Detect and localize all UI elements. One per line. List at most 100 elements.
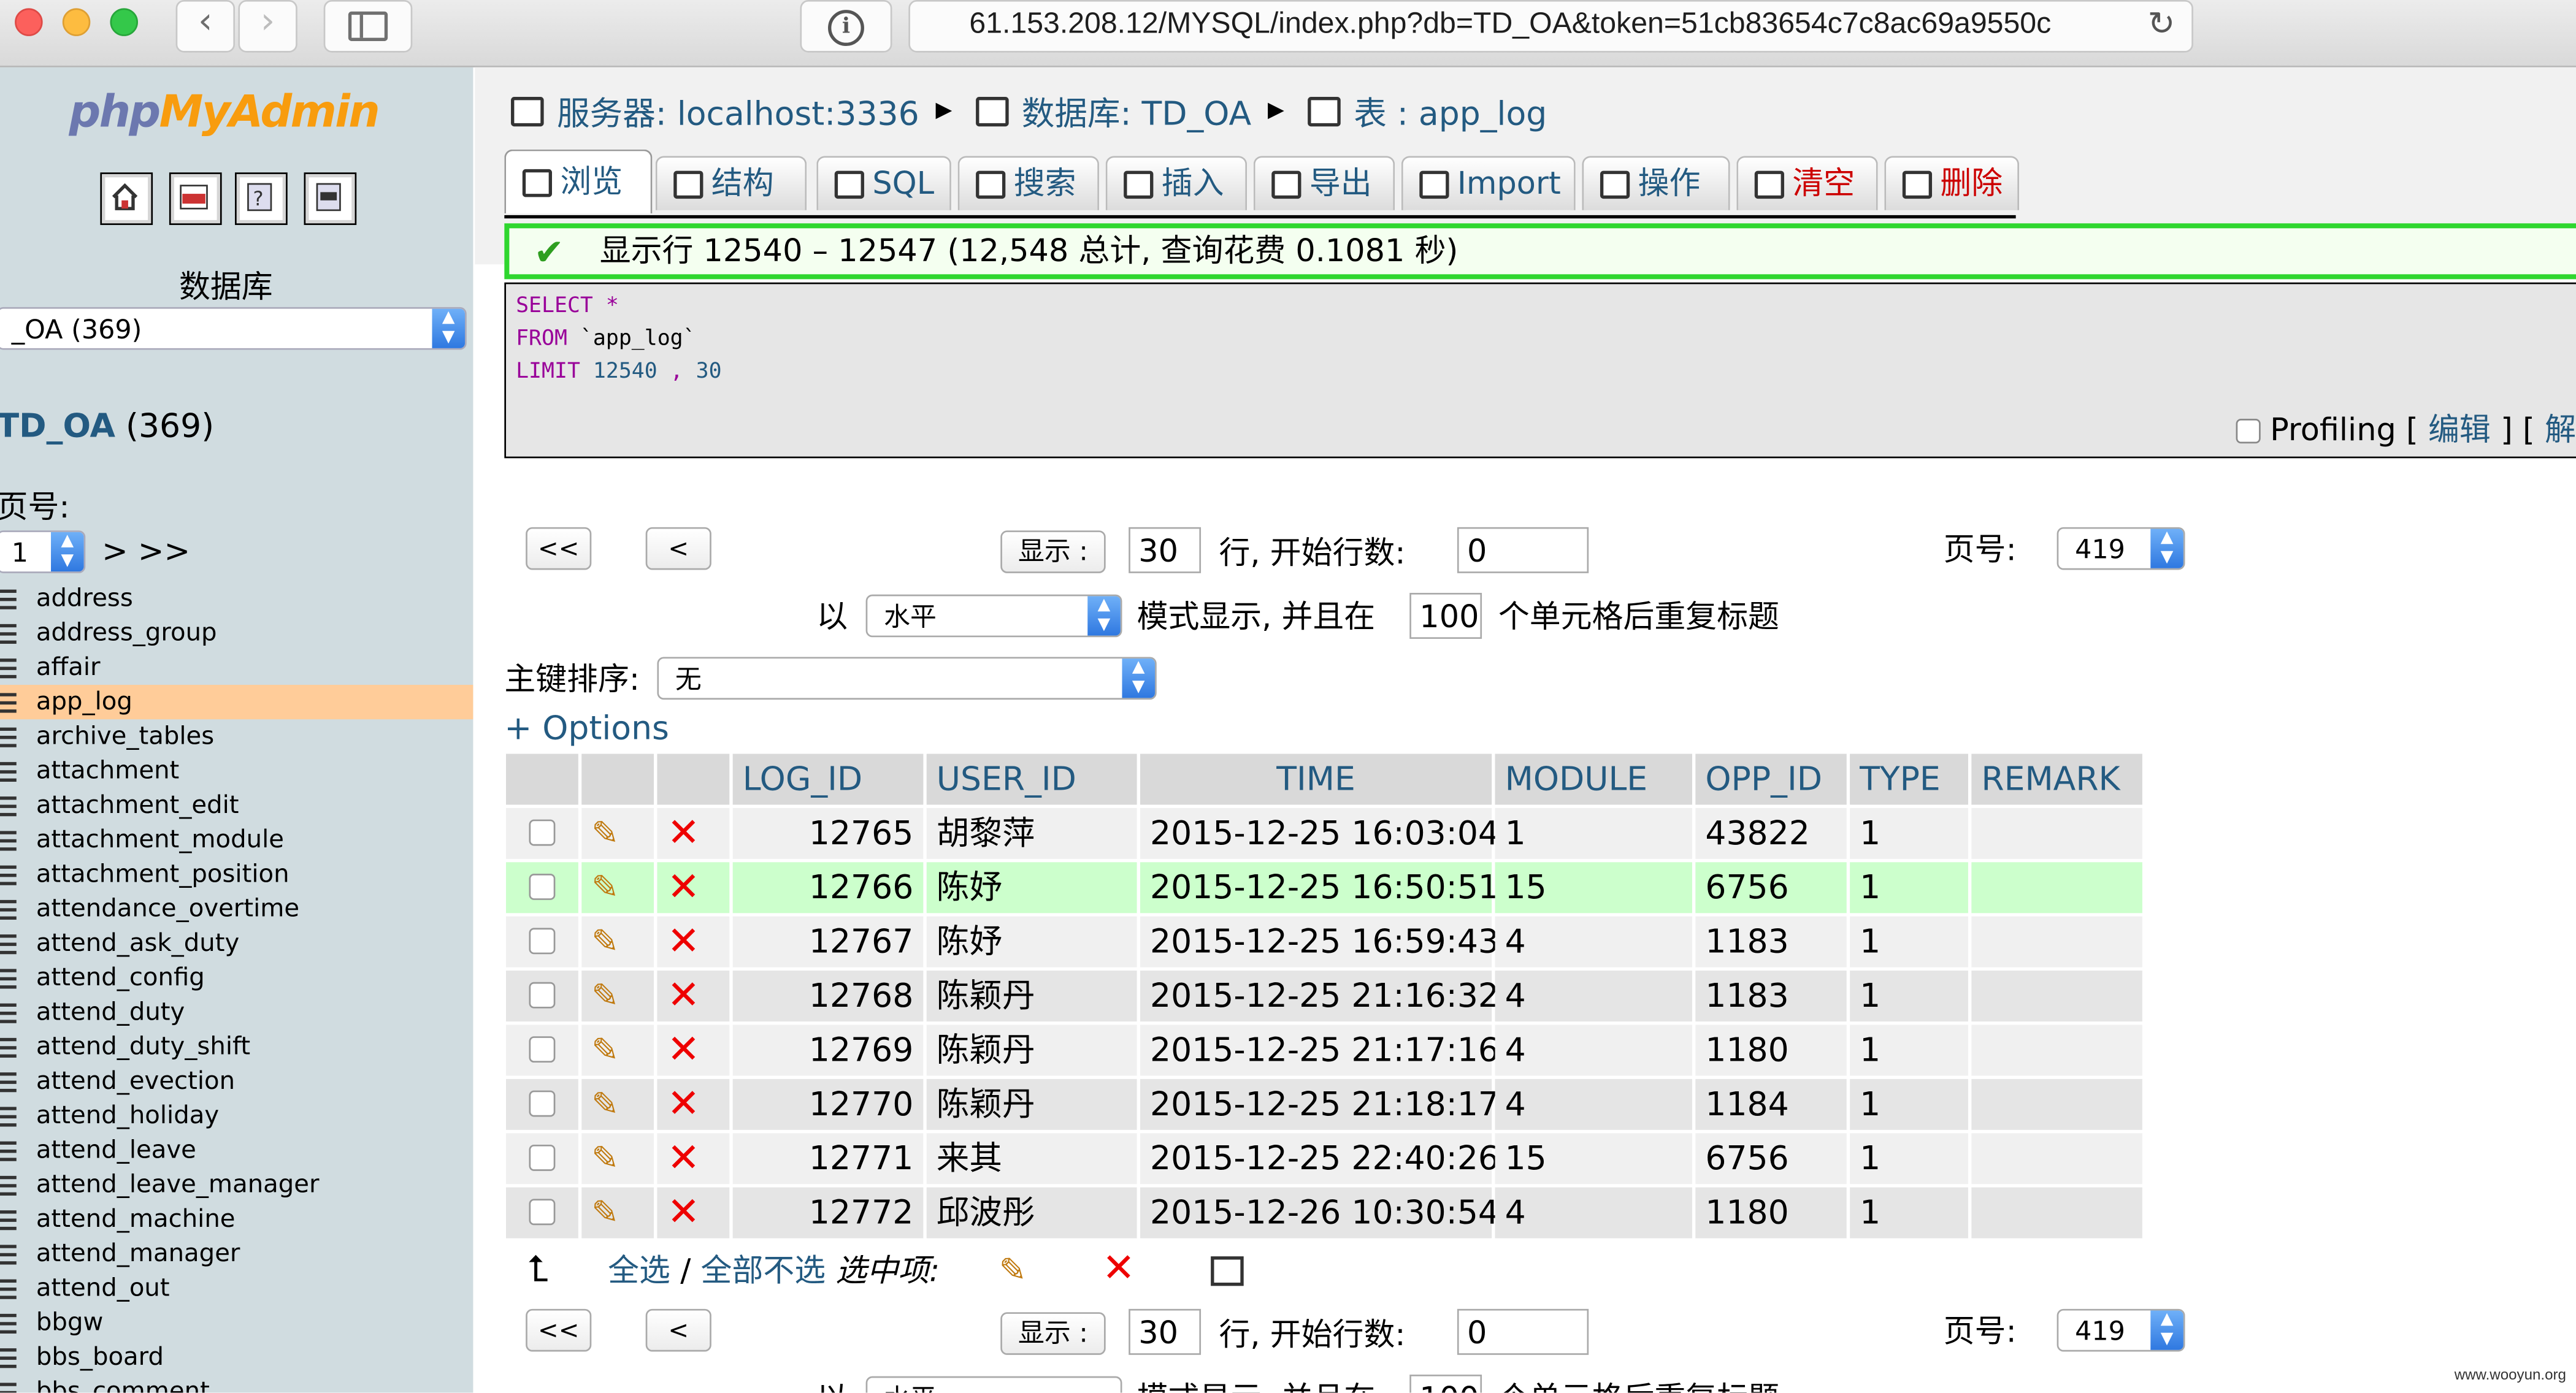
table-list-item[interactable]: attend_leave_manager bbox=[0, 1167, 473, 1202]
display-mode-select[interactable]: 水平 ▲ ▼ bbox=[865, 594, 1122, 638]
table-list-item[interactable]: address bbox=[0, 581, 473, 616]
phpmyadmin-logo[interactable]: phpMyAdmin bbox=[69, 87, 380, 138]
database-select[interactable]: _OA (369) ▲ ▼ bbox=[0, 307, 467, 350]
tab-sql[interactable]: SQL bbox=[816, 156, 951, 210]
zoom-window-button[interactable] bbox=[110, 8, 139, 36]
uncheck-all-link[interactable]: 全部不选 bbox=[701, 1253, 826, 1289]
forward-button[interactable]: › bbox=[238, 0, 297, 53]
tab-insert[interactable]: 插入 bbox=[1105, 156, 1248, 210]
page-number-select-bottom[interactable]: 419 ▲ ▼ bbox=[2057, 1308, 2185, 1352]
edit-query-link[interactable]: 编辑 bbox=[2428, 412, 2491, 448]
tab-search[interactable]: 搜索 bbox=[957, 156, 1099, 210]
display-mode-select-bottom[interactable]: 水平 bbox=[865, 1376, 1122, 1393]
column-header-remark[interactable]: REMARK bbox=[1971, 754, 2142, 805]
delete-row-icon[interactable]: ✕ bbox=[667, 918, 700, 964]
delete-row-icon[interactable]: ✕ bbox=[667, 810, 700, 856]
tab-drop[interactable]: 删除 bbox=[1884, 156, 2019, 210]
prev-page-button[interactable]: < bbox=[645, 527, 711, 570]
table-list-item[interactable]: attend_leave bbox=[0, 1133, 473, 1167]
rows-input[interactable]: 30 bbox=[1129, 527, 1202, 573]
edit-row-icon[interactable]: ✎ bbox=[591, 917, 619, 967]
table-list-item[interactable]: app_log bbox=[0, 684, 473, 720]
page-number-select[interactable]: 419 ▲ ▼ bbox=[2057, 527, 2185, 570]
row-checkbox[interactable] bbox=[529, 819, 556, 846]
explain-query-link[interactable]: 解 bbox=[2545, 412, 2576, 448]
table-list-item[interactable]: attend_duty_shift bbox=[0, 1029, 473, 1064]
back-button[interactable]: ‹ bbox=[175, 0, 236, 53]
breadcrumb-table[interactable]: 表 : app_log bbox=[1354, 87, 1547, 135]
table-list-item[interactable]: attend_manager bbox=[0, 1237, 473, 1271]
column-header-log-id[interactable]: LOG_ID bbox=[732, 754, 924, 805]
page-select[interactable]: 1 ▲ ▼ bbox=[0, 530, 86, 573]
table-list-item[interactable]: attendance_overtime bbox=[0, 891, 473, 926]
delete-row-icon[interactable]: ✕ bbox=[667, 1135, 700, 1181]
close-window-button[interactable] bbox=[15, 8, 43, 36]
database-link[interactable]: TD_OA bbox=[0, 406, 115, 445]
site-info-button[interactable]: i bbox=[800, 0, 892, 53]
show-button-bottom[interactable]: 显示 : bbox=[1000, 1312, 1106, 1355]
first-page-button-bottom[interactable]: << bbox=[526, 1308, 592, 1352]
table-list-item[interactable]: affair bbox=[0, 651, 473, 685]
start-row-input[interactable]: 0 bbox=[1457, 527, 1589, 573]
export-selected-icon[interactable] bbox=[1211, 1256, 1244, 1286]
column-header-type[interactable]: TYPE bbox=[1850, 754, 1968, 805]
delete-row-icon[interactable]: ✕ bbox=[667, 972, 700, 1018]
column-header-module[interactable]: MODULE bbox=[1495, 754, 1692, 805]
row-checkbox[interactable] bbox=[529, 982, 556, 1009]
row-checkbox[interactable] bbox=[529, 874, 556, 900]
tab-import[interactable]: Import bbox=[1401, 156, 1576, 210]
table-list-item[interactable]: attend_holiday bbox=[0, 1099, 473, 1133]
delete-selected-icon[interactable]: ✕ bbox=[1102, 1245, 1135, 1291]
table-list-item[interactable]: attachment_module bbox=[0, 823, 473, 857]
sort-key-select[interactable]: 无 ▲ ▼ bbox=[657, 657, 1157, 700]
row-checkbox[interactable] bbox=[529, 1036, 556, 1063]
table-list-item[interactable]: attend_ask_duty bbox=[0, 926, 473, 961]
help-icon[interactable]: ? bbox=[235, 172, 288, 225]
table-list-item[interactable]: attend_evection bbox=[0, 1064, 473, 1099]
repeat-header-input-bottom[interactable]: 100 bbox=[1409, 1374, 1482, 1393]
edit-row-icon[interactable]: ✎ bbox=[591, 1133, 619, 1184]
profiling-checkbox[interactable] bbox=[2235, 419, 2260, 444]
check-all-link[interactable]: 全选 bbox=[608, 1253, 670, 1289]
table-list-item[interactable]: attachment_edit bbox=[0, 788, 473, 823]
show-button[interactable]: 显示 : bbox=[1000, 530, 1106, 573]
delete-row-icon[interactable]: ✕ bbox=[667, 1081, 700, 1127]
table-list-item[interactable]: bbs_comment bbox=[0, 1375, 473, 1393]
row-checkbox[interactable] bbox=[529, 1090, 556, 1117]
rows-input-bottom[interactable]: 30 bbox=[1129, 1308, 1202, 1355]
tab-operations[interactable]: 操作 bbox=[1582, 156, 1730, 210]
column-header-time[interactable]: TIME bbox=[1140, 754, 1492, 805]
home-icon[interactable] bbox=[100, 172, 153, 225]
page-next-links[interactable]: > >> bbox=[102, 534, 190, 570]
repeat-header-input[interactable]: 100 bbox=[1409, 592, 1482, 639]
delete-row-icon[interactable]: ✕ bbox=[667, 864, 700, 910]
table-list-item[interactable]: attend_out bbox=[0, 1271, 473, 1305]
table-list-item[interactable]: attend_machine bbox=[0, 1202, 473, 1237]
table-list-item[interactable]: attend_duty bbox=[0, 995, 473, 1029]
breadcrumb-server[interactable]: 服务器: localhost:3336 bbox=[557, 87, 919, 135]
edit-row-icon[interactable]: ✎ bbox=[591, 1188, 619, 1238]
edit-row-icon[interactable]: ✎ bbox=[591, 862, 619, 913]
reload-icon[interactable]: ↻ bbox=[2148, 3, 2175, 42]
sidebar-toggle-button[interactable] bbox=[323, 0, 413, 53]
breadcrumb-database[interactable]: 数据库: TD_OA bbox=[1022, 87, 1251, 135]
edit-row-icon[interactable]: ✎ bbox=[591, 1079, 619, 1130]
options-toggle[interactable]: + Options bbox=[504, 708, 669, 747]
tab-export[interactable]: 导出 bbox=[1253, 156, 1395, 210]
sql-docs-icon[interactable] bbox=[304, 172, 357, 225]
tab-empty[interactable]: 清空 bbox=[1736, 156, 1878, 210]
delete-row-icon[interactable]: ✕ bbox=[667, 1026, 700, 1072]
table-list-item[interactable]: archive_tables bbox=[0, 719, 473, 754]
column-header-opp-id[interactable]: OPP_ID bbox=[1695, 754, 1847, 805]
table-list-item[interactable]: bbgw bbox=[0, 1305, 473, 1340]
tab-structure[interactable]: 结构 bbox=[655, 156, 807, 210]
edit-row-icon[interactable]: ✎ bbox=[591, 808, 619, 859]
table-list-item[interactable]: attend_config bbox=[0, 961, 473, 995]
table-list-item[interactable]: bbs_board bbox=[0, 1340, 473, 1375]
edit-row-icon[interactable]: ✎ bbox=[591, 1025, 619, 1075]
delete-row-icon[interactable]: ✕ bbox=[667, 1189, 700, 1235]
minimize-window-button[interactable] bbox=[62, 8, 91, 36]
sql-query-icon[interactable] bbox=[169, 172, 222, 225]
row-checkbox[interactable] bbox=[529, 928, 556, 955]
prev-page-button-bottom[interactable]: < bbox=[645, 1308, 711, 1352]
